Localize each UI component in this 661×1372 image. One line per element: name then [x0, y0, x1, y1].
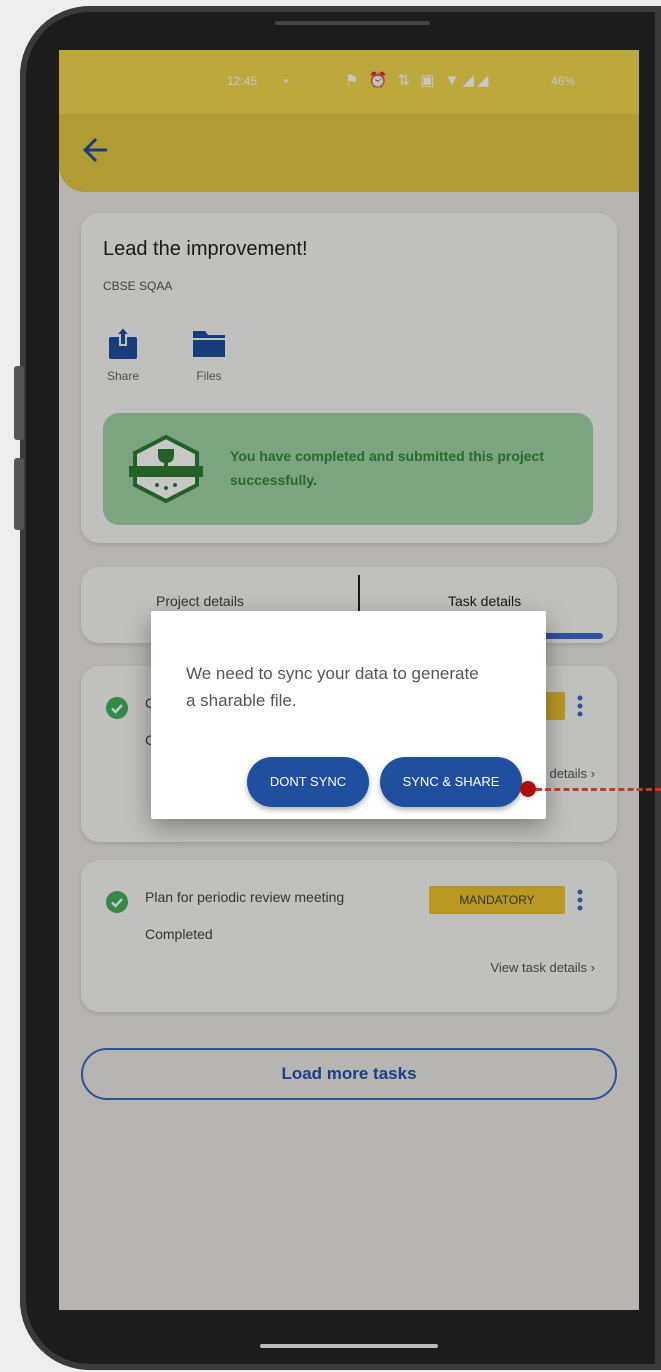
sync-dialog: We need to sync your data to generate a … — [151, 611, 546, 819]
annotation-pointer-dot — [520, 781, 536, 797]
earpiece — [275, 21, 430, 25]
dialog-message: We need to sync your data to generate a … — [186, 664, 479, 710]
power-button — [14, 458, 24, 530]
home-indicator — [260, 1344, 438, 1348]
annotation-pointer-line — [536, 788, 661, 791]
sync-share-button[interactable]: SYNC & SHARE — [380, 757, 522, 807]
dont-sync-button[interactable]: DONT SYNC — [247, 757, 369, 807]
volume-button — [14, 366, 24, 440]
